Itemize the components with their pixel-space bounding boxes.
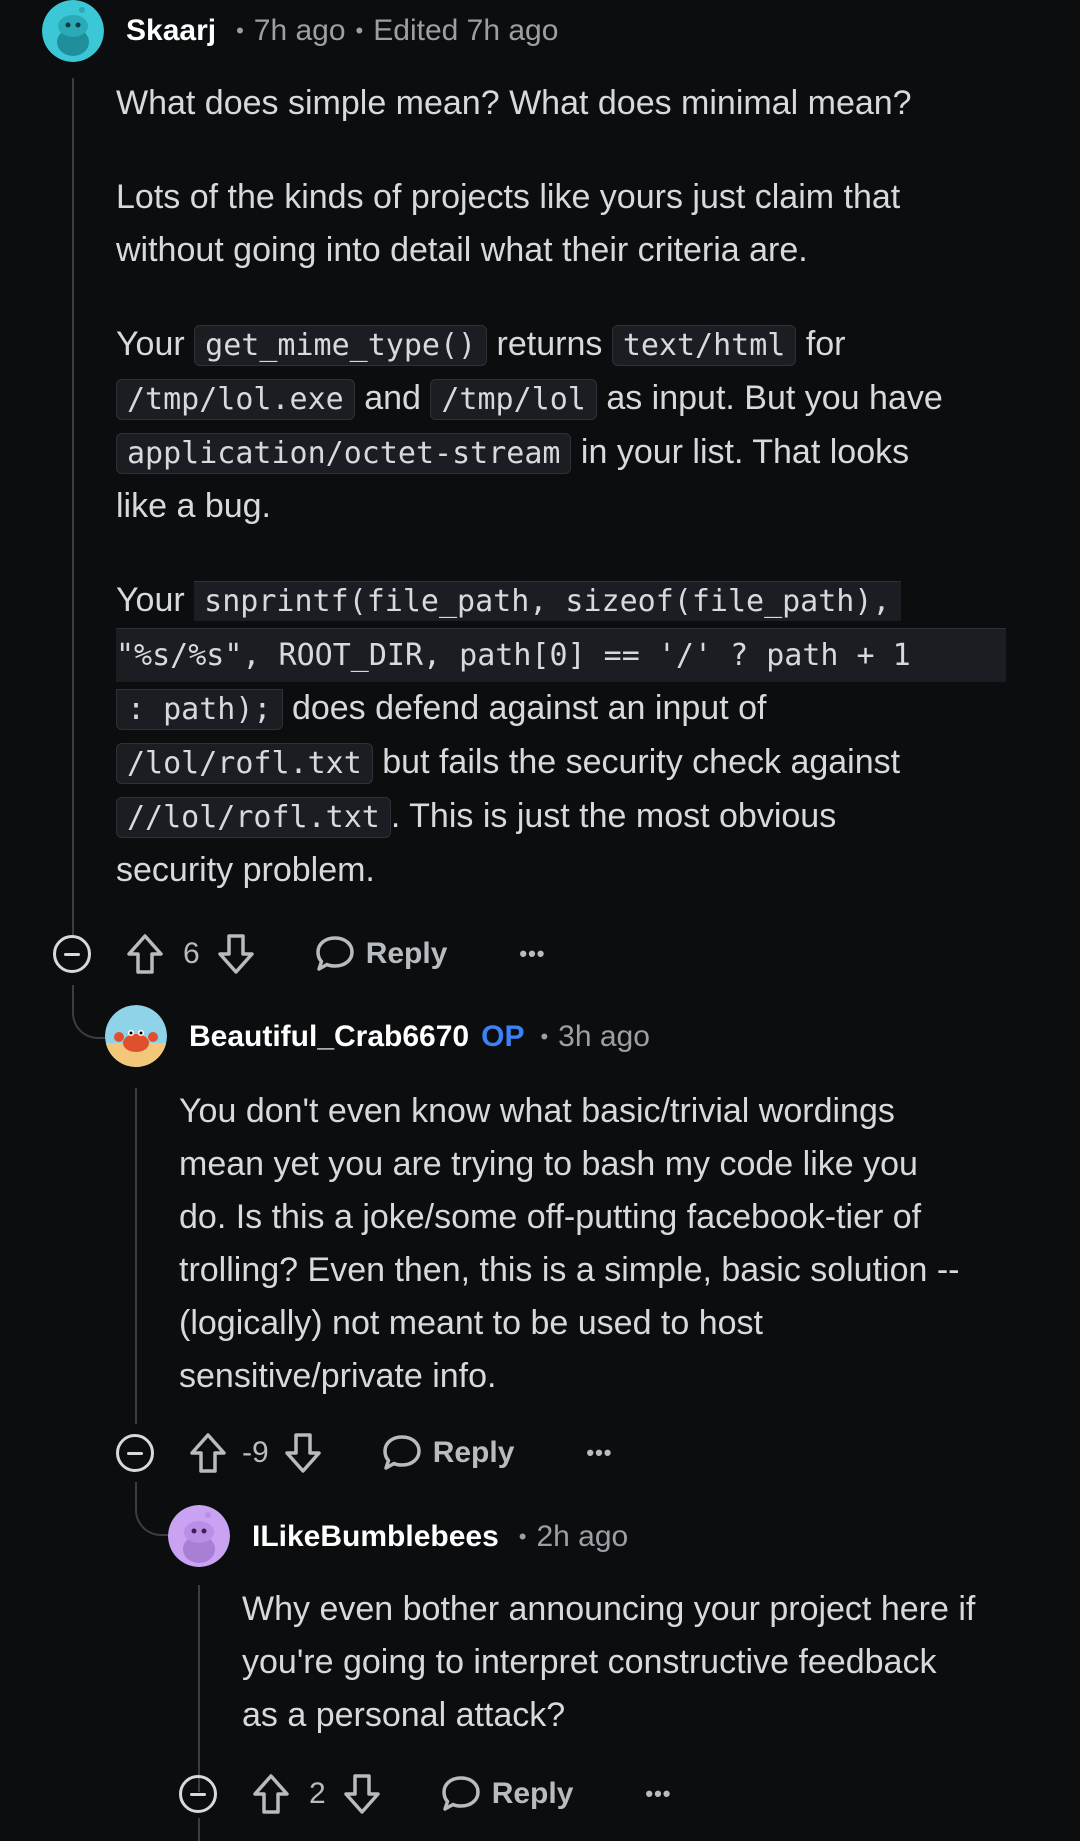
text: as input. But you have bbox=[596, 379, 943, 417]
inline-code: application/octet-stream bbox=[116, 433, 572, 474]
text: in your list. That looks bbox=[571, 433, 910, 471]
inline-code: get_mime_type() bbox=[194, 325, 488, 366]
separator-dot: • bbox=[540, 1024, 549, 1049]
text-line: You don't even know what basic/trivial w… bbox=[179, 1092, 895, 1130]
inline-code: /tmp/lol.exe bbox=[116, 379, 355, 420]
upvote-icon[interactable] bbox=[125, 932, 165, 976]
code-snippet: snprintf(file_path, sizeof(file_path), bbox=[194, 581, 901, 621]
reply-label: Reply bbox=[491, 1777, 574, 1810]
thread-line bbox=[72, 78, 74, 938]
vote-group: 2 bbox=[251, 1772, 382, 1816]
timestamp: 2h ago bbox=[536, 1520, 629, 1553]
crab-avatar-icon bbox=[105, 1005, 167, 1067]
vote-count: 6 bbox=[183, 937, 200, 970]
avatar[interactable] bbox=[168, 1505, 230, 1567]
avatar[interactable] bbox=[42, 0, 104, 62]
reply-button[interactable]: Reply bbox=[381, 1433, 515, 1473]
text: but fails the security check against bbox=[372, 743, 901, 781]
reply-button[interactable]: Reply bbox=[314, 934, 448, 974]
inline-code: //lol/rofl.txt bbox=[116, 797, 391, 838]
more-options-icon[interactable]: ••• bbox=[519, 941, 545, 967]
inline-code: /tmp/lol bbox=[430, 379, 597, 420]
upvote-icon[interactable] bbox=[188, 1431, 228, 1475]
text-line: sensitive/private info. bbox=[179, 1357, 497, 1395]
comment-actions: 6 Reply ••• bbox=[53, 926, 546, 982]
downvote-icon[interactable] bbox=[342, 1772, 382, 1816]
reply-label: Reply bbox=[365, 937, 448, 970]
thread-line bbox=[198, 1585, 200, 1792]
edited-label: Edited 7h ago bbox=[373, 14, 559, 47]
comment-body: Why even bother announcing your project … bbox=[242, 1583, 1062, 1742]
snoo-avatar-icon bbox=[42, 0, 104, 62]
reply-label: Reply bbox=[432, 1436, 515, 1469]
text: . This is just the most obvious bbox=[390, 797, 837, 835]
more-options-icon[interactable]: ••• bbox=[645, 1781, 671, 1807]
comment-actions: 2 Reply ••• bbox=[179, 1766, 672, 1822]
separator-dot: • bbox=[355, 18, 364, 43]
text: Your bbox=[116, 325, 195, 363]
downvote-icon[interactable] bbox=[216, 932, 256, 976]
collapse-icon[interactable] bbox=[53, 935, 91, 973]
text-line: trolling? Even then, this is a simple, b… bbox=[179, 1251, 960, 1289]
comment-body: You don't even know what basic/trivial w… bbox=[179, 1085, 1059, 1403]
paragraph: Your snprintf(file_path, sizeof(file_pat… bbox=[116, 574, 1036, 897]
thread-line bbox=[135, 1088, 137, 1424]
paragraph: Lots of the kinds of projects like yours… bbox=[116, 178, 901, 269]
text-line: Why even bother announcing your project … bbox=[242, 1590, 976, 1628]
downvote-icon[interactable] bbox=[283, 1431, 323, 1475]
text-line: (logically) not meant to be used to host bbox=[179, 1304, 763, 1342]
collapse-icon[interactable] bbox=[179, 1775, 217, 1813]
paragraph: What does simple mean? What does minimal… bbox=[116, 84, 912, 122]
inline-code: /lol/rofl.txt bbox=[116, 743, 373, 784]
comment-body: What does simple mean? What does minimal… bbox=[116, 77, 1036, 897]
reply-button[interactable]: Reply bbox=[440, 1774, 574, 1814]
text-line: as a personal attack? bbox=[242, 1696, 566, 1734]
comment-meta: Beautiful_Crab6670 OP • 3h ago bbox=[189, 1014, 650, 1060]
text: does defend against an input of bbox=[282, 689, 767, 727]
more-options-icon[interactable]: ••• bbox=[586, 1440, 612, 1466]
vote-group: -9 bbox=[188, 1431, 323, 1475]
comment-actions: -9 Reply ••• bbox=[116, 1425, 613, 1481]
comment-meta: Skaarj • 7h ago • Edited 7h ago bbox=[126, 8, 558, 54]
inline-code: text/html bbox=[611, 325, 797, 366]
text: for bbox=[796, 325, 846, 363]
separator-dot: • bbox=[518, 1524, 527, 1549]
text: like a bug. bbox=[116, 487, 271, 525]
username[interactable]: Beautiful_Crab6670 bbox=[189, 1020, 469, 1054]
text-line: mean yet you are trying to bash my code … bbox=[179, 1145, 918, 1183]
thread-connector bbox=[135, 1482, 169, 1536]
timestamp: 7h ago bbox=[253, 14, 346, 47]
vote-count: 2 bbox=[309, 1777, 326, 1810]
reply-icon bbox=[441, 1776, 480, 1811]
upvote-icon[interactable] bbox=[251, 1772, 291, 1816]
username[interactable]: Skaarj bbox=[126, 14, 216, 48]
vote-count: -9 bbox=[242, 1436, 269, 1469]
text: and bbox=[354, 379, 431, 417]
thread-connector bbox=[72, 985, 106, 1039]
inline-code: : path); bbox=[116, 689, 283, 730]
text: security problem. bbox=[116, 851, 375, 889]
reply-icon bbox=[315, 936, 354, 971]
text-line: you're going to interpret constructive f… bbox=[242, 1643, 937, 1681]
collapse-icon[interactable] bbox=[116, 1434, 154, 1472]
code-snippet: "%s/%s", ROOT_DIR, path[0] == '/' ? path… bbox=[116, 628, 1006, 682]
reply-icon bbox=[382, 1435, 421, 1470]
separator-dot: • bbox=[236, 18, 244, 43]
timestamp: 3h ago bbox=[558, 1020, 650, 1053]
avatar[interactable] bbox=[105, 1005, 167, 1067]
text: Your bbox=[116, 581, 195, 619]
snoo-avatar-icon bbox=[168, 1505, 230, 1567]
text-line: do. Is this a joke/some off-putting face… bbox=[179, 1198, 922, 1236]
username[interactable]: ILikeBumblebees bbox=[252, 1520, 499, 1554]
op-badge: OP bbox=[481, 1020, 525, 1053]
vote-group: 6 bbox=[125, 932, 256, 976]
paragraph: Your get_mime_type() returns text/html f… bbox=[116, 318, 1036, 533]
comment-meta: ILikeBumblebees • 2h ago bbox=[252, 1514, 628, 1560]
text: returns bbox=[487, 325, 612, 363]
